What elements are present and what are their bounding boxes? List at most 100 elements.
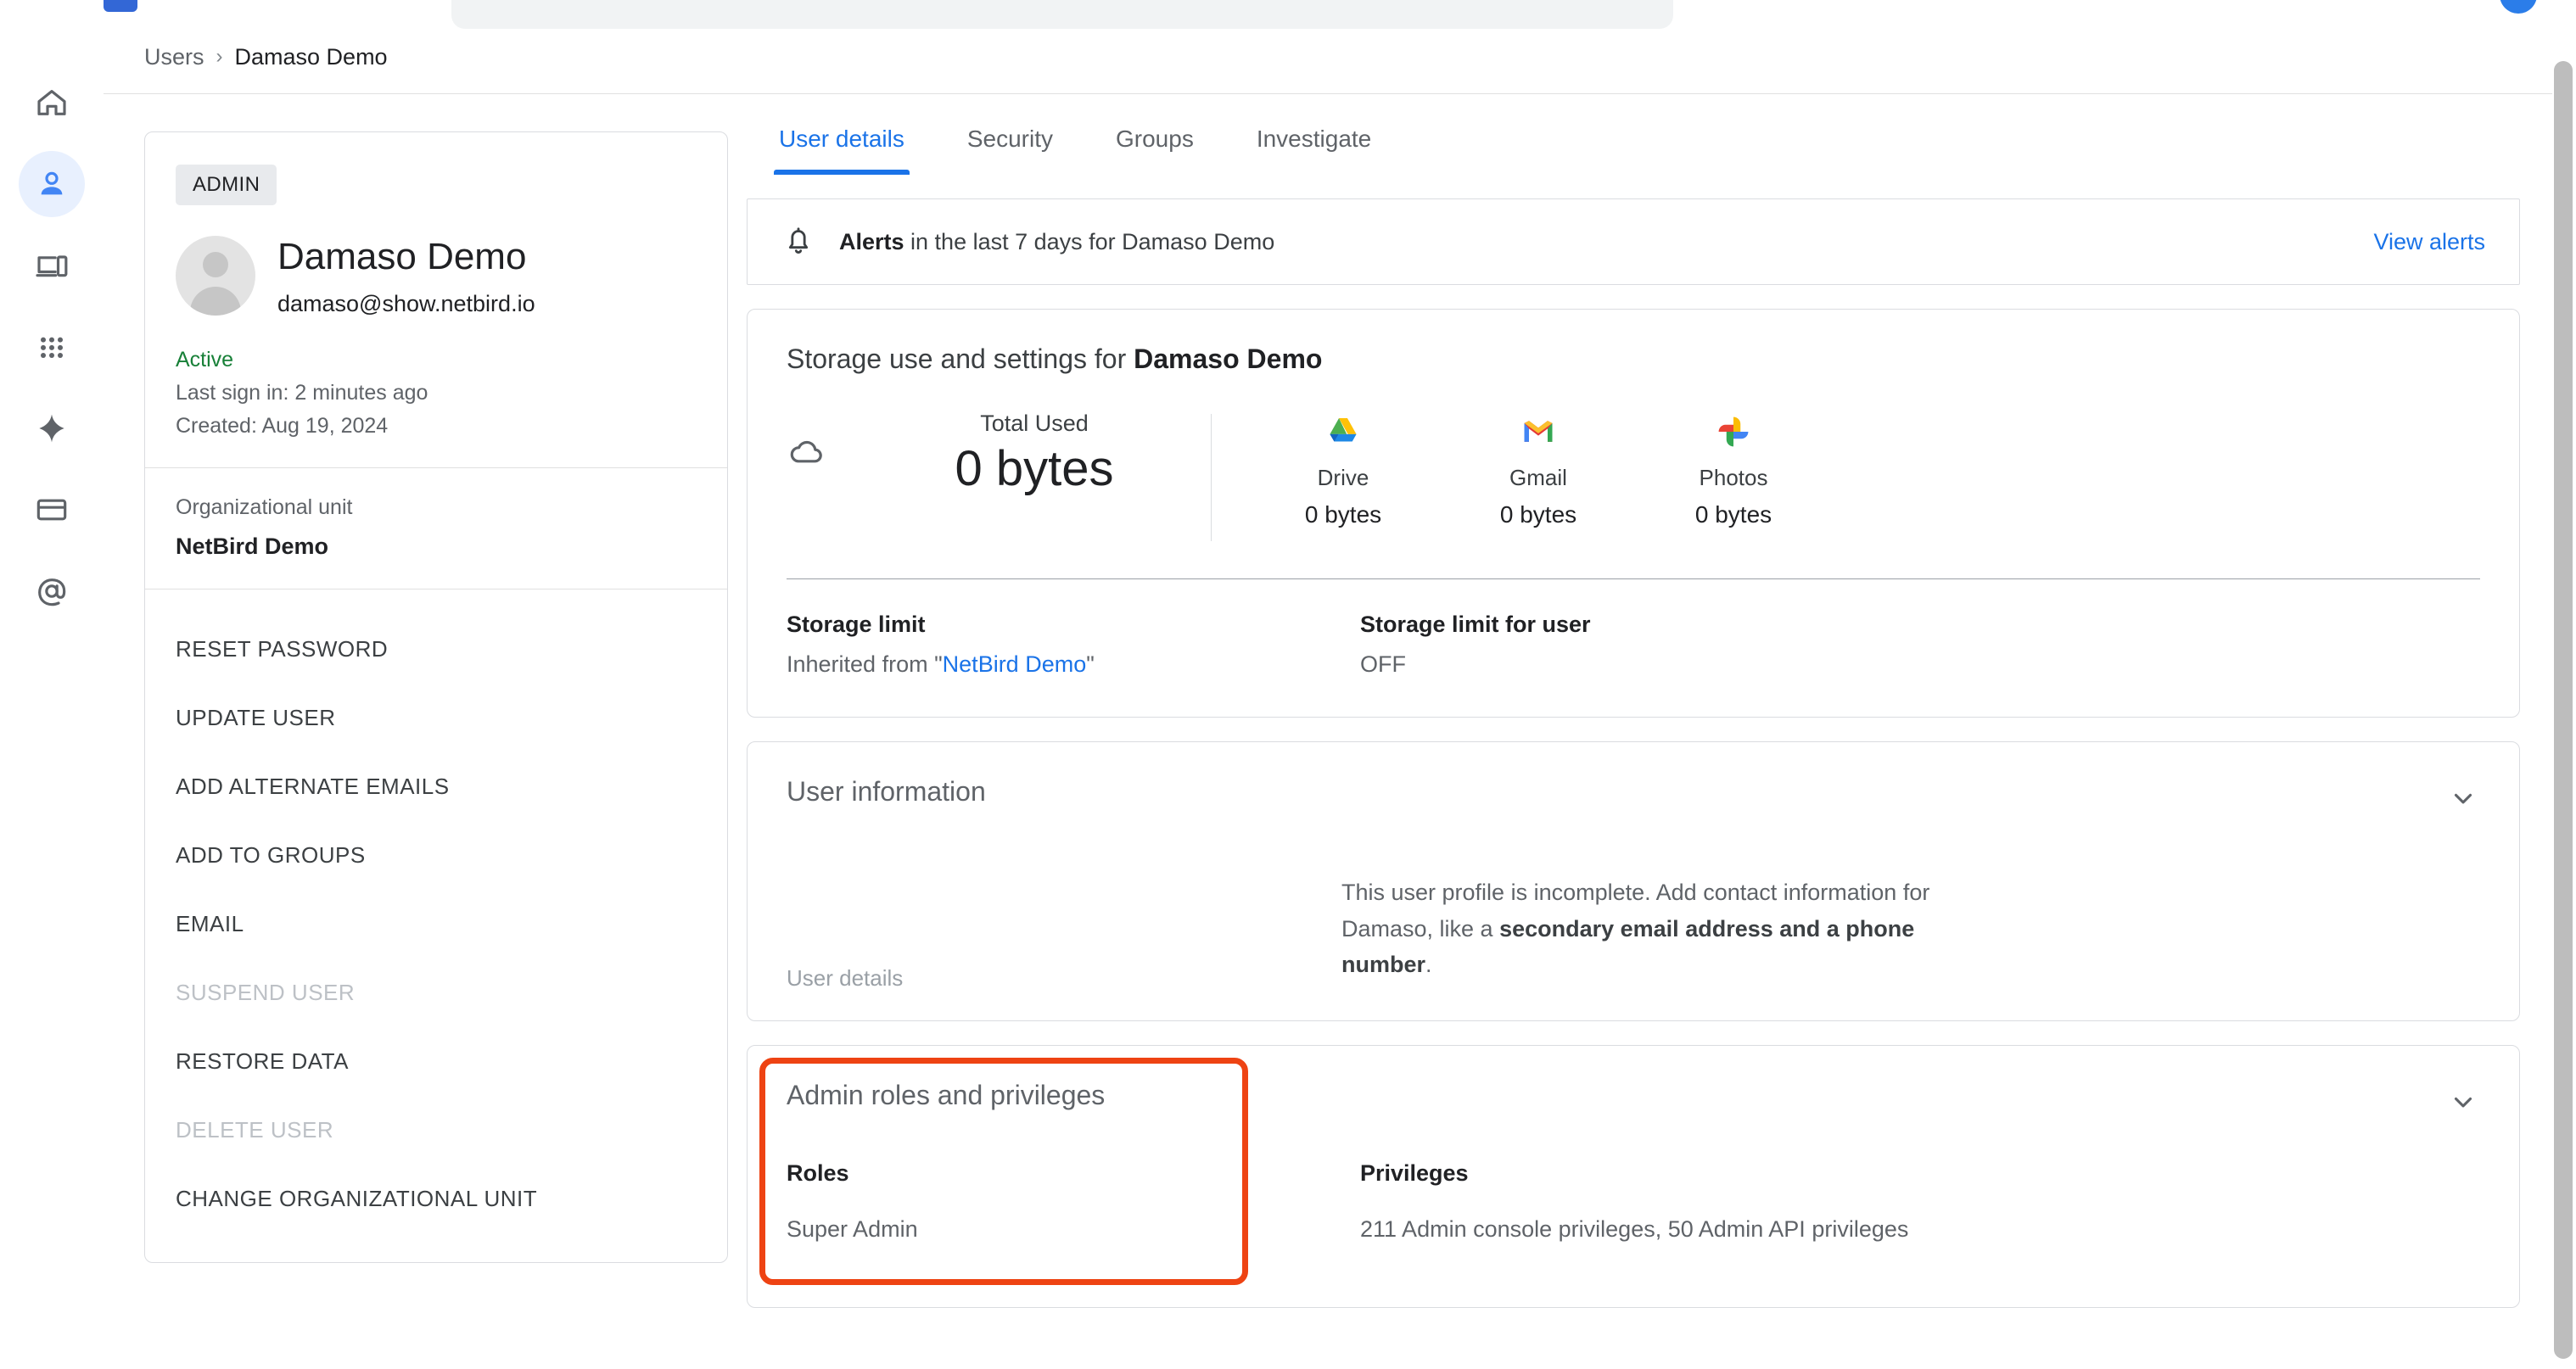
storage-title-prefix: Storage use and settings for	[787, 344, 1134, 374]
user-summary-card: ADMIN Damaso Demo damaso@show.netbird.io…	[144, 131, 728, 1263]
user-actions-list: RESET PASSWORD UPDATE USER ADD ALTERNATE…	[145, 590, 727, 1262]
message-part-2: .	[1425, 952, 1432, 977]
action-change-organizational-unit[interactable]: CHANGE ORGANIZATIONAL UNIT	[145, 1165, 727, 1233]
page-title: Damaso Demo	[277, 236, 535, 279]
alerts-rest: in the last 7 days for Damaso Demo	[904, 229, 1275, 254]
main-content: User details Security Groups Investigate…	[747, 110, 2520, 1308]
action-delete-user: DELETE USER	[145, 1096, 727, 1165]
user-email: damaso@show.netbird.io	[277, 291, 535, 317]
storage-limits: Storage limit Inherited from "NetBird De…	[787, 612, 2480, 678]
alerts-text: Alerts in the last 7 days for Damaso Dem…	[839, 229, 1274, 255]
sidebar-item-domains[interactable]	[19, 558, 85, 624]
service-gmail-value: 0 bytes	[1441, 501, 1636, 528]
roles-value: Super Admin	[787, 1212, 1360, 1248]
tab-groups[interactable]: Groups	[1111, 110, 1199, 175]
apps-grid-icon	[35, 330, 69, 364]
cloud-icon	[787, 432, 827, 477]
google-photos-icon	[1636, 411, 1831, 453]
service-drive-value: 0 bytes	[1246, 501, 1441, 528]
storage-title: Storage use and settings for Damaso Demo	[787, 344, 2480, 375]
breadcrumb-users-link[interactable]: Users	[144, 44, 204, 70]
user-identity: Damaso Demo damaso@show.netbird.io	[176, 236, 697, 317]
sidebar-item-gemini[interactable]	[19, 395, 85, 461]
roles-column: Roles Super Admin	[787, 1160, 1360, 1248]
alerts-bold: Alerts	[839, 229, 904, 254]
home-icon	[35, 86, 69, 120]
user-information-card[interactable]: User information This user profile is in…	[747, 741, 2520, 1021]
divider	[1211, 414, 1212, 541]
user-details-footer: User details	[787, 965, 903, 992]
service-breakdown: Drive 0 bytes Gmail 0 bytes	[1246, 411, 1831, 528]
top-bar	[0, 0, 2576, 29]
alerts-card: Alerts in the last 7 days for Damaso Dem…	[747, 198, 2520, 285]
tab-investigate[interactable]: Investigate	[1252, 110, 1376, 175]
limit-suffix: "	[1086, 651, 1095, 677]
privileges-label: Privileges	[1360, 1160, 1934, 1187]
google-drive-icon	[1246, 411, 1441, 453]
left-icon-rail	[0, 29, 104, 1369]
last-sign-in: Last sign in: 2 minutes ago	[176, 381, 697, 405]
total-used-value: 0 bytes	[858, 440, 1211, 497]
total-used-block: Total Used 0 bytes	[787, 411, 1211, 497]
vertical-scrollbar[interactable]	[2552, 29, 2576, 1369]
sparkle-icon	[35, 411, 69, 445]
profile-incomplete-message: This user profile is incomplete. Add con…	[1341, 874, 1969, 983]
chevron-right-icon: ›	[216, 45, 223, 69]
action-restore-data[interactable]: RESTORE DATA	[145, 1027, 727, 1096]
admin-roles-card[interactable]: Admin roles and privileges Roles Super A…	[747, 1045, 2520, 1308]
scrollbar-thumb[interactable]	[2554, 61, 2573, 1359]
storage-limit-block: Storage limit Inherited from "NetBird De…	[787, 612, 1360, 678]
credit-card-icon	[35, 493, 69, 527]
action-email[interactable]: EMAIL	[145, 890, 727, 958]
bell-icon	[781, 223, 815, 261]
action-update-user[interactable]: UPDATE USER	[145, 684, 727, 752]
gmail-icon	[1441, 411, 1636, 453]
storage-limit-user-value: OFF	[1360, 651, 1934, 678]
roles-label: Roles	[787, 1160, 1360, 1187]
tab-bar: User details Security Groups Investigate	[747, 110, 2520, 175]
sidebar-item-billing[interactable]	[19, 477, 85, 543]
sidebar-item-users[interactable]	[19, 151, 85, 217]
action-add-to-groups[interactable]: ADD TO GROUPS	[145, 821, 727, 890]
chevron-down-icon[interactable]	[2446, 781, 2480, 815]
google-admin-logo[interactable]	[104, 0, 137, 12]
storage-body: Total Used 0 bytes	[787, 411, 2480, 541]
tab-security[interactable]: Security	[962, 110, 1058, 175]
sidebar-item-apps[interactable]	[19, 314, 85, 380]
storage-limit-user-label: Storage limit for user	[1360, 612, 1934, 638]
status-badge: Active	[176, 348, 697, 372]
breadcrumb: Users › Damaso Demo	[144, 37, 388, 76]
header-divider	[104, 93, 2564, 94]
person-icon	[35, 167, 69, 201]
service-photos-value: 0 bytes	[1636, 501, 1831, 528]
chevron-down-icon[interactable]	[2446, 1085, 2480, 1119]
created-date: Created: Aug 19, 2024	[176, 414, 697, 439]
sidebar-item-devices[interactable]	[19, 232, 85, 299]
storage-limit-value: Inherited from "NetBird Demo"	[787, 651, 1360, 678]
privileges-column: Privileges 211 Admin console privileges,…	[1360, 1160, 1934, 1248]
ou-value[interactable]: NetBird Demo	[176, 534, 697, 560]
user-summary-top: ADMIN Damaso Demo damaso@show.netbird.io…	[145, 132, 727, 467]
limit-prefix: Inherited from "	[787, 651, 943, 677]
action-suspend-user: SUSPEND USER	[145, 958, 727, 1027]
view-alerts-link[interactable]: View alerts	[2373, 229, 2485, 255]
storage-title-user: Damaso Demo	[1134, 344, 1322, 374]
account-avatar[interactable]	[2500, 0, 2537, 14]
service-photos-name: Photos	[1636, 465, 1831, 491]
organizational-unit-block: Organizational unit NetBird Demo	[145, 468, 727, 589]
tab-user-details[interactable]: User details	[774, 110, 910, 175]
global-search-input[interactable]	[451, 0, 1673, 29]
admin-roles-heading: Admin roles and privileges	[787, 1080, 2480, 1111]
total-used-label: Total Used	[858, 411, 1211, 437]
admin-badge: ADMIN	[176, 165, 277, 205]
action-add-alternate-emails[interactable]: ADD ALTERNATE EMAILS	[145, 752, 727, 821]
storage-limit-user-block: Storage limit for user OFF	[1360, 612, 1934, 678]
devices-icon	[35, 249, 69, 282]
service-drive: Drive 0 bytes	[1246, 411, 1441, 528]
service-drive-name: Drive	[1246, 465, 1441, 491]
storage-card: Storage use and settings for Damaso Demo…	[747, 309, 2520, 718]
ou-inherit-link[interactable]: NetBird Demo	[943, 651, 1087, 677]
user-information-heading: User information	[787, 776, 2480, 807]
action-reset-password[interactable]: RESET PASSWORD	[145, 615, 727, 684]
sidebar-item-home[interactable]	[19, 70, 85, 136]
